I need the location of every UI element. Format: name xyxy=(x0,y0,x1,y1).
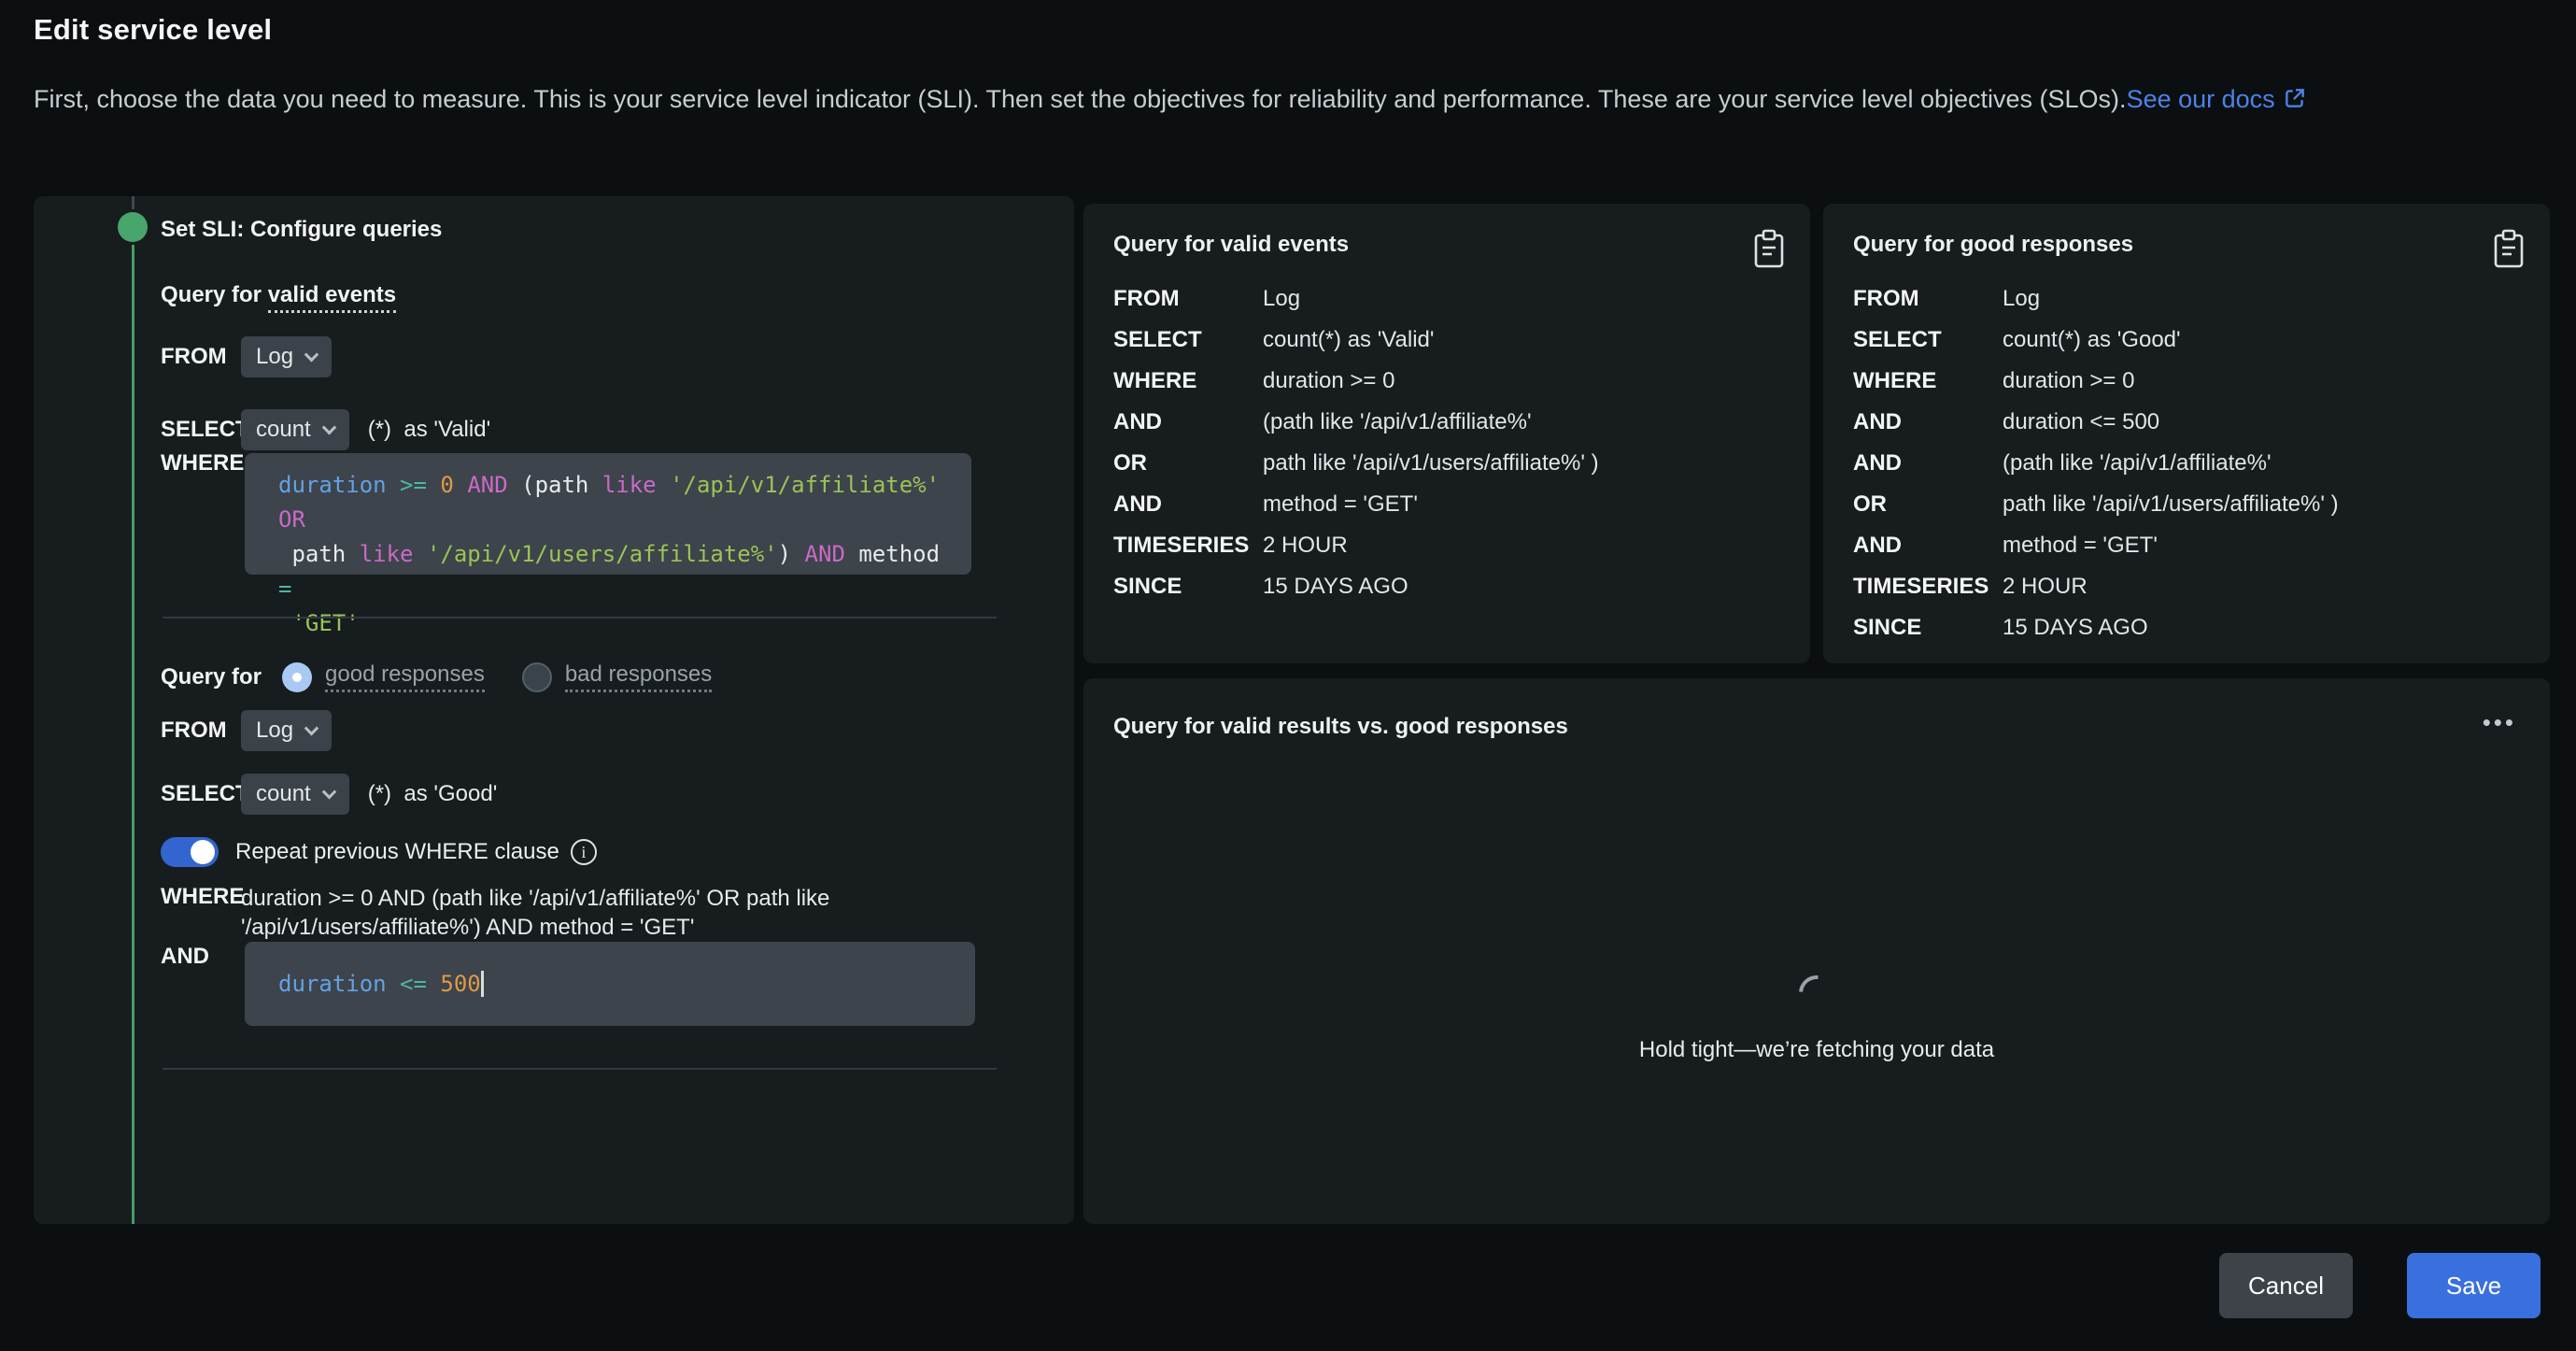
sli-config-panel: Set SLI: Configure queries Query for val… xyxy=(34,196,1074,1224)
select-label: SELECT xyxy=(161,781,241,807)
radio-bad-responses[interactable] xyxy=(522,662,552,692)
heading-prefix: Query for xyxy=(161,282,268,307)
from-label: FROM xyxy=(161,718,241,744)
good-query-card: Query for good responses FROMLog SELECTc… xyxy=(1823,204,2550,663)
section-divider xyxy=(163,617,997,619)
row-keyword: AND xyxy=(1853,409,2003,435)
row-value: 2 HOUR xyxy=(2003,574,2088,600)
row-keyword: SINCE xyxy=(1113,574,1263,600)
row-value: count(*) as 'Valid' xyxy=(1263,327,1434,353)
good-query-card-title: Query for good responses xyxy=(1853,232,2133,258)
row-value: Log xyxy=(2003,286,2040,312)
where-label: WHERE xyxy=(161,450,241,476)
and-query-code: duration <= 500 xyxy=(278,967,481,1002)
radio-good-responses[interactable] xyxy=(282,662,312,692)
page-title: Edit service level xyxy=(34,13,272,47)
valid-events-heading: Query for valid events xyxy=(161,282,396,308)
chart-options-button[interactable]: ••• xyxy=(2483,710,2516,734)
from-dropdown-value: Log xyxy=(256,718,293,744)
repeat-where-toggle[interactable] xyxy=(161,837,219,867)
select-dropdown-value: count xyxy=(256,781,311,807)
row-value: 2 HOUR xyxy=(1263,533,1348,559)
row-keyword: SINCE xyxy=(1853,615,2003,641)
save-button[interactable]: Save xyxy=(2407,1253,2541,1318)
row-value: duration >= 0 xyxy=(2003,368,2134,394)
row-value: path like '/api/v1/users/affiliate%' ) xyxy=(1263,450,1599,476)
row-keyword: AND xyxy=(1113,491,1263,518)
radio-bad-label[interactable]: bad responses xyxy=(565,661,712,692)
loading-spinner xyxy=(1791,968,1842,1018)
row-keyword: AND xyxy=(1113,409,1263,435)
from-dropdown[interactable]: Log xyxy=(241,336,332,377)
valid-query-card: Query for valid events FROMLog SELECTcou… xyxy=(1083,204,1810,663)
row-keyword: FROM xyxy=(1853,286,2003,312)
row-value: (path like '/api/v1/affiliate%' xyxy=(2003,450,2272,476)
where-clause-line1: duration >= 0 AND (path like '/api/v1/af… xyxy=(241,884,857,913)
docs-link-label: See our docs xyxy=(2127,85,2275,113)
loading-message: Hold tight—we’re fetching your data xyxy=(1083,1037,2550,1063)
row-value: method = 'GET' xyxy=(1263,491,1418,518)
external-link-icon xyxy=(2283,86,2307,110)
where-query-editor[interactable]: duration >= 0 AND (path like '/api/v1/af… xyxy=(245,453,971,575)
copy-query-button[interactable] xyxy=(2492,228,2526,269)
select-dropdown-value: count xyxy=(256,417,311,443)
repeat-where-label: Repeat previous WHERE clause xyxy=(235,839,559,865)
section-divider xyxy=(163,1068,997,1070)
row-keyword: FROM xyxy=(1113,286,1263,312)
select-suffix: (*) as 'Good' xyxy=(368,781,498,807)
chevron-down-icon xyxy=(304,347,319,362)
repeated-where-clause: duration >= 0 AND (path like '/api/v1/af… xyxy=(241,884,857,942)
query-for-label: Query for xyxy=(161,664,262,690)
select-suffix: (*) as 'Valid' xyxy=(368,417,490,443)
and-label: AND xyxy=(161,944,241,970)
and-query-editor[interactable]: duration <= 500 xyxy=(245,942,975,1026)
chart-card-title: Query for valid results vs. good respons… xyxy=(1113,714,1568,740)
page-description: First, choose the data you need to measu… xyxy=(34,78,2548,121)
row-value: 15 DAYS AGO xyxy=(1263,574,1408,600)
row-keyword: SELECT xyxy=(1113,327,1263,353)
from-dropdown-value: Log xyxy=(256,344,293,370)
row-value: duration >= 0 xyxy=(1263,368,1394,394)
row-keyword: AND xyxy=(1853,533,2003,559)
copy-query-button[interactable] xyxy=(1752,228,1786,269)
select-function-dropdown[interactable]: count xyxy=(241,409,349,450)
row-keyword: OR xyxy=(1853,491,2003,518)
row-keyword: WHERE xyxy=(1113,368,1263,394)
row-keyword: TIMESERIES xyxy=(1113,533,1263,559)
row-value: duration <= 500 xyxy=(2003,409,2159,435)
row-value: path like '/api/v1/users/affiliate%' ) xyxy=(2003,491,2339,518)
docs-link[interactable]: See our docs xyxy=(2127,85,2307,113)
description-text: First, choose the data you need to measu… xyxy=(34,85,2127,113)
step-progress-line xyxy=(132,245,134,1224)
row-value: 15 DAYS AGO xyxy=(2003,615,2148,641)
from-label: FROM xyxy=(161,344,241,370)
row-keyword: WHERE xyxy=(1853,368,2003,394)
select-function-dropdown-good[interactable]: count xyxy=(241,774,349,815)
heading-term: valid events xyxy=(268,282,396,313)
from-dropdown-good[interactable]: Log xyxy=(241,710,332,751)
where-clause-line2: '/api/v1/users/affiliate%') AND method =… xyxy=(241,913,857,942)
row-value: method = 'GET' xyxy=(2003,533,2158,559)
row-value: (path like '/api/v1/affiliate%' xyxy=(1263,409,1532,435)
row-keyword: AND xyxy=(1853,450,2003,476)
where-label: WHERE xyxy=(161,884,241,910)
row-value: count(*) as 'Good' xyxy=(2003,327,2181,353)
row-keyword: OR xyxy=(1113,450,1263,476)
cancel-button[interactable]: Cancel xyxy=(2219,1253,2353,1318)
select-label: SELECT xyxy=(161,417,241,443)
chart-preview-card: Query for valid results vs. good respons… xyxy=(1083,678,2550,1224)
text-caret xyxy=(481,971,484,997)
chevron-down-icon xyxy=(321,784,336,799)
stepper-connector xyxy=(132,196,134,209)
row-keyword: TIMESERIES xyxy=(1853,574,2003,600)
radio-good-label[interactable]: good responses xyxy=(325,661,485,692)
step-title: Set SLI: Configure queries xyxy=(161,217,442,243)
row-keyword: SELECT xyxy=(1853,327,2003,353)
step-indicator-dot xyxy=(118,212,148,242)
chevron-down-icon xyxy=(304,720,319,735)
chevron-down-icon xyxy=(321,420,336,434)
valid-query-card-title: Query for valid events xyxy=(1113,232,1349,258)
row-value: Log xyxy=(1263,286,1300,312)
info-icon[interactable]: i xyxy=(571,839,597,865)
